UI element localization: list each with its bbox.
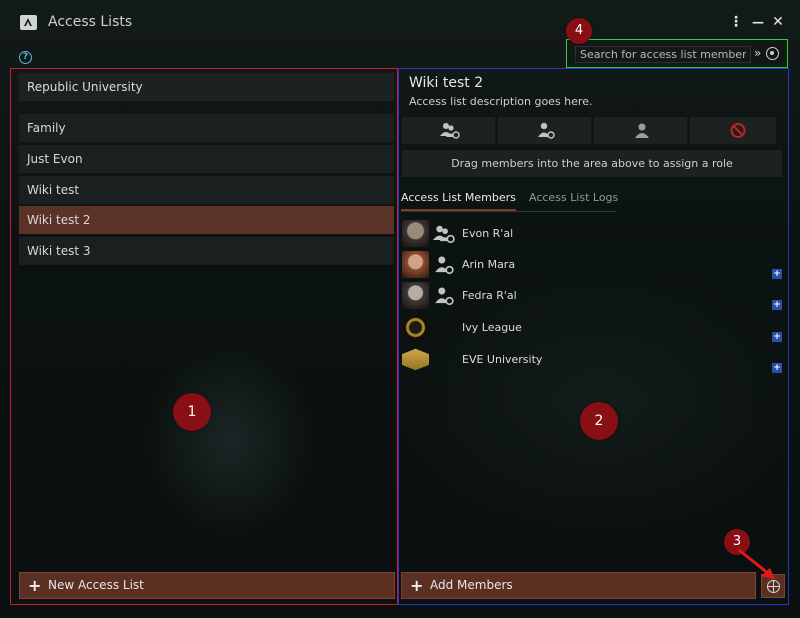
access-lists-app-icon: [20, 15, 37, 30]
plus-icon: +: [28, 576, 42, 595]
access-list-title: Wiki test 2: [409, 75, 484, 91]
role-slot-member[interactable]: [594, 117, 687, 144]
member-name: EVE University: [462, 353, 543, 366]
list-item-wiki-test-3[interactable]: Wiki test 3: [19, 237, 394, 265]
add-members-label: Add Members: [430, 578, 513, 592]
member-row[interactable]: Arin Mara +: [402, 251, 787, 279]
search-area: »: [566, 39, 788, 68]
add-role-icon[interactable]: +: [772, 332, 782, 342]
list-item-just-evon[interactable]: Just Evon: [19, 145, 394, 173]
avatar: [402, 282, 429, 309]
alliance-logo-icon: [402, 314, 429, 341]
add-role-icon[interactable]: +: [772, 363, 782, 373]
tab-access-list-logs[interactable]: Access List Logs: [529, 191, 618, 211]
annotation-arrow: [738, 548, 775, 579]
add-members-button[interactable]: + Add Members: [401, 572, 756, 599]
blocked-icon: [730, 123, 746, 138]
avatar: [402, 251, 429, 278]
member-row[interactable]: Ivy League +: [402, 314, 787, 342]
member-name: Ivy League: [462, 321, 522, 334]
role-slot-blocked[interactable]: [690, 117, 776, 144]
list-item-wiki-test-2[interactable]: Wiki test 2: [19, 206, 394, 234]
admin-icon: [538, 122, 555, 139]
close-icon[interactable]: ✕: [770, 13, 786, 31]
new-access-list-button[interactable]: + New Access List: [19, 572, 395, 599]
add-role-icon[interactable]: +: [772, 269, 782, 279]
menu-icon[interactable]: ⋮: [728, 13, 744, 31]
annotation-marker-1: 1: [173, 393, 211, 431]
corporation-header[interactable]: Republic University: [19, 73, 394, 101]
annotation-marker-2: 2: [580, 402, 618, 440]
help-icon[interactable]: ?: [19, 51, 32, 64]
access-list-detail-panel: Wiki test 2 Access list description goes…: [398, 68, 789, 605]
admin-icon: [435, 256, 454, 275]
plus-icon: +: [410, 576, 424, 595]
member-name: Arin Mara: [462, 258, 516, 271]
role-slot-manager[interactable]: [402, 117, 495, 144]
manager-icon: [440, 123, 460, 139]
search-icon[interactable]: [766, 47, 779, 60]
role-slot-admin[interactable]: [498, 117, 591, 144]
manager-icon: [433, 225, 455, 244]
search-expand-icon[interactable]: »: [754, 46, 761, 60]
avatar: [402, 220, 429, 247]
role-drop-hint: Drag members into the area above to assi…: [402, 150, 782, 177]
annotation-marker-4: 4: [566, 18, 592, 44]
corporation-logo-icon: [402, 348, 429, 371]
search-input[interactable]: [575, 46, 751, 63]
access-lists-panel: Republic University Family Just Evon Wik…: [10, 68, 398, 605]
new-access-list-label: New Access List: [48, 578, 144, 592]
window-title: Access Lists: [48, 14, 133, 30]
access-list-description: Access list description goes here.: [409, 95, 593, 108]
member-row[interactable]: Fedra R'al +: [402, 282, 787, 310]
minimize-icon[interactable]: —: [750, 13, 766, 31]
admin-icon: [435, 287, 454, 306]
member-row[interactable]: Evon R'al: [402, 220, 787, 248]
list-item-wiki-test[interactable]: Wiki test: [19, 176, 394, 204]
member-name: Evon R'al: [462, 227, 514, 240]
member-name: Fedra R'al: [462, 289, 517, 302]
tab-divider: [401, 211, 616, 212]
list-item-family[interactable]: Family: [19, 114, 394, 142]
title-bar: Access Lists ⋮ — ✕: [0, 0, 800, 44]
tab-access-list-members[interactable]: Access List Members: [401, 191, 516, 211]
add-role-icon[interactable]: +: [772, 300, 782, 310]
member-row[interactable]: EVE University +: [402, 346, 787, 374]
member-icon: [635, 123, 649, 138]
